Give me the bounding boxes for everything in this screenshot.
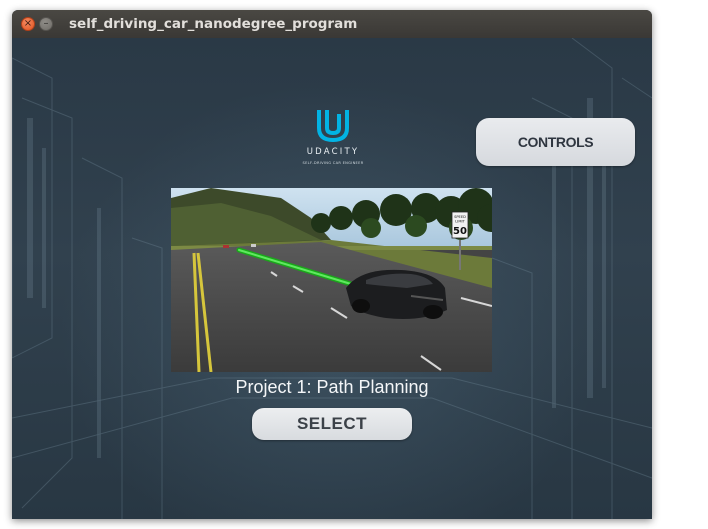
minimize-icon[interactable]: – [39, 17, 53, 31]
project-title: Project 1: Path Planning [235, 377, 429, 397]
close-icon[interactable]: × [21, 17, 35, 31]
project-preview-image: SPEED LIMIT 50 [171, 188, 492, 372]
ego-car [346, 269, 447, 319]
brand-name: UDACITY [306, 147, 360, 157]
app-window: × – self_driving_car_nanodegree_program [12, 10, 652, 519]
speed-sign-value: 50 [453, 226, 467, 237]
road-scene: SPEED LIMIT 50 [171, 188, 492, 372]
select-button[interactable]: SELECT [252, 408, 412, 440]
controls-button[interactable]: CONTROLS [476, 118, 635, 166]
udacity-logo-icon [317, 110, 349, 142]
speed-sign-line2: LIMIT [455, 220, 465, 224]
titlebar: × – self_driving_car_nanodegree_program [12, 10, 652, 38]
speed-sign-line1: SPEED [454, 215, 466, 219]
brand-tagline: SELF-DRIVING CAR ENGINEER [302, 161, 364, 165]
simulator-menu: UDACITY SELF-DRIVING CAR ENGINEER CONTRO… [12, 38, 652, 519]
udacity-logo: UDACITY SELF-DRIVING CAR ENGINEER [298, 108, 368, 165]
window-title: self_driving_car_nanodegree_program [69, 16, 358, 32]
